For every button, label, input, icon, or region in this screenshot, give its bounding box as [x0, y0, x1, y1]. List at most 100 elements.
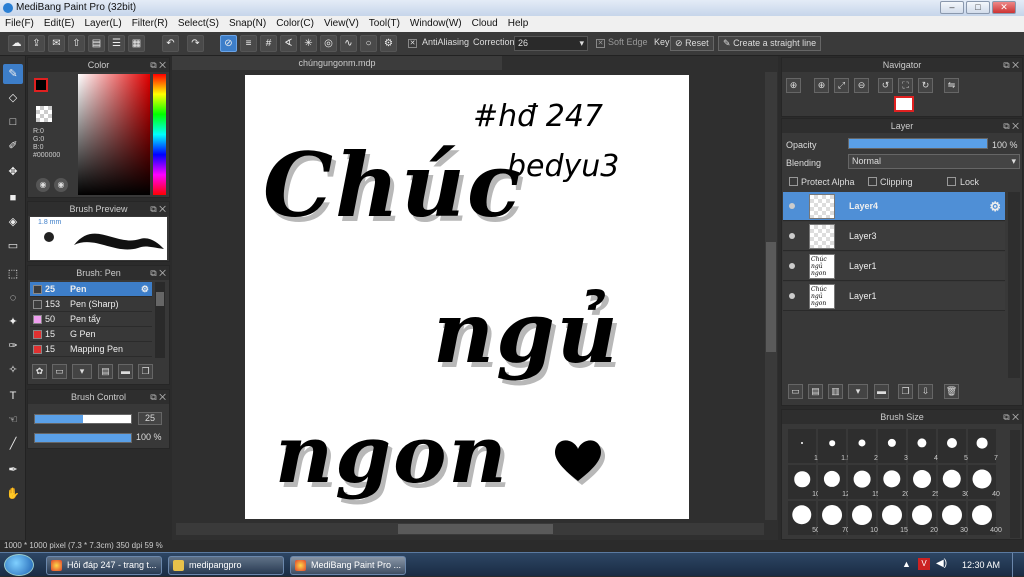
brush-menu-icon[interactable]: ▾ — [72, 364, 92, 379]
volume-icon[interactable]: ◀) — [936, 558, 947, 569]
undo-icon[interactable]: ↶ — [162, 35, 179, 52]
taskbar-item-browser[interactable]: Hỏi đáp 247 - trang t... — [46, 556, 162, 575]
fit-screen-icon[interactable]: ⛶ — [898, 78, 913, 93]
move-tool-icon[interactable]: ✥ — [3, 162, 23, 182]
hand-tool-icon[interactable]: ✋ — [3, 484, 23, 504]
layer-opacity-slider[interactable] — [848, 138, 988, 149]
menu-cloud[interactable]: Cloud — [467, 16, 503, 32]
layer-item-layer3[interactable]: Layer3 — [783, 222, 1005, 251]
brush-size-slider[interactable] — [34, 414, 132, 424]
new-layer-icon[interactable]: ▭ — [788, 384, 803, 399]
divide-tool-icon[interactable]: ╱ — [3, 434, 23, 454]
protect-alpha-checkbox[interactable] — [789, 177, 798, 186]
brush-item-pen-eraser[interactable]: 50 Pen tẩy — [30, 312, 152, 327]
brush-size-option[interactable]: 4 — [908, 429, 938, 463]
share-icon[interactable]: ⇪ — [28, 35, 45, 52]
visibility-icon[interactable] — [789, 233, 795, 239]
circle-snap-icon[interactable]: ○ — [360, 35, 377, 52]
foreground-color-swatch[interactable] — [34, 78, 48, 92]
brush-size-scrollbar[interactable] — [1010, 430, 1020, 538]
reset-button[interactable]: ⊘ Reset — [670, 36, 714, 51]
brush-size-option[interactable]: 70 — [818, 501, 850, 535]
cross-snap-icon[interactable]: # — [260, 35, 277, 52]
brush-add-icon[interactable]: ✿ — [32, 364, 47, 379]
scrollbar-thumb[interactable] — [156, 292, 164, 306]
vertical-scrollbar-thumb[interactable] — [766, 242, 776, 352]
fill-rect-tool-icon[interactable]: ■ — [3, 188, 23, 208]
select-tool-icon[interactable]: ⬚ — [3, 264, 23, 284]
select-eraser-tool-icon[interactable]: ✧ — [3, 360, 23, 380]
brush-size-option[interactable]: 40 — [968, 465, 1000, 499]
text-tool-icon[interactable]: T — [3, 386, 23, 406]
rotate-left-icon[interactable]: ↺ — [878, 78, 893, 93]
menu-filter[interactable]: Filter(R) — [127, 16, 173, 32]
layer-item-layer4[interactable]: Layer4 ⚙ — [783, 192, 1005, 221]
brush-size-option[interactable]: 20 — [878, 465, 910, 499]
folder-icon[interactable]: ▬ — [118, 364, 133, 379]
antivirus-icon[interactable]: V — [918, 558, 930, 570]
bucket-tool-icon[interactable]: ◈ — [3, 212, 23, 232]
brush-item-pen-sharp[interactable]: 153 Pen (Sharp) — [30, 297, 152, 312]
panel-controls-icon[interactable]: ⧉ ✕ — [1003, 410, 1019, 424]
operation-tool-icon[interactable]: ☜ — [3, 410, 23, 430]
hue-slider[interactable] — [153, 74, 166, 195]
rotate-right-icon[interactable]: ↻ — [918, 78, 933, 93]
layer-item-layer1[interactable]: Chúc ngủ ngon Layer1 — [783, 252, 1005, 281]
clipping-checkbox[interactable] — [868, 177, 877, 186]
gradient-tool-icon[interactable]: ▭ — [3, 236, 23, 256]
soft-edge-checkbox[interactable]: ✕ — [596, 39, 605, 48]
menu-color[interactable]: Color(C) — [271, 16, 319, 32]
visibility-icon[interactable] — [789, 263, 795, 269]
duplicate-icon[interactable]: ❐ — [138, 364, 153, 379]
transparent-color-swatch[interactable] — [36, 106, 52, 122]
menu-file[interactable]: File(F) — [0, 16, 39, 32]
select-pen-tool-icon[interactable]: ✑ — [3, 336, 23, 356]
upload-icon[interactable]: ⇧ — [68, 35, 85, 52]
panel-controls-icon[interactable]: ⧉ ✕ — [1003, 119, 1019, 133]
new-halftone-layer-icon[interactable]: ▤ — [808, 384, 823, 399]
brush-size-option[interactable]: 150 — [878, 501, 912, 535]
concentric-snap-icon[interactable]: ◎ — [320, 35, 337, 52]
brush-size-option[interactable]: 25 — [908, 465, 940, 499]
snap-off-icon[interactable]: ⊘ — [220, 35, 237, 52]
zoom-out-icon[interactable]: ⊖ — [854, 78, 869, 93]
eyedropper-tool-icon[interactable]: ✒ — [3, 460, 23, 480]
menu-select[interactable]: Select(S) — [173, 16, 224, 32]
palette-icon[interactable]: ◉ — [36, 178, 50, 192]
brush-size-option[interactable]: 50 — [788, 501, 820, 535]
lasso-tool-icon[interactable]: ◌ — [3, 288, 23, 308]
folder-icon[interactable]: ▬ — [874, 384, 889, 399]
straight-line-button[interactable]: ✎ Create a straight line — [718, 36, 822, 51]
zoom-in-icon[interactable]: ⊕ — [786, 78, 801, 93]
horizontal-scrollbar[interactable] — [176, 523, 764, 535]
zoom-in-alt-icon[interactable]: ⊕ — [814, 78, 829, 93]
pen-tool-icon[interactable]: ✐ — [3, 136, 23, 156]
panel-controls-icon[interactable]: ⧉ ✕ — [1003, 58, 1019, 72]
tray-arrow-icon[interactable]: ▲ — [902, 559, 911, 569]
document-tab[interactable]: chúngungonm.mdp — [172, 56, 502, 70]
brush-item-pen[interactable]: 25 Pen ⚙ — [30, 282, 152, 297]
brush-item-g-pen[interactable]: 15 G Pen — [30, 327, 152, 342]
fit-window-icon[interactable]: ⤢ — [834, 78, 849, 93]
grid-icon[interactable]: ▦ — [128, 35, 145, 52]
antialiasing-checkbox[interactable]: ✕ — [408, 39, 417, 48]
delete-layer-icon[interactable]: 🗑 — [944, 384, 959, 399]
settings-icon[interactable]: ⚙ — [380, 35, 397, 52]
document-icon[interactable]: ▤ — [88, 35, 105, 52]
blending-select[interactable]: Normal ▾ — [848, 154, 1020, 169]
eraser-tool-icon[interactable]: ◇ — [3, 88, 23, 108]
brush-size-option[interactable]: 2 — [848, 429, 878, 463]
menu-edit[interactable]: Edit(E) — [39, 16, 80, 32]
brush-list-scrollbar[interactable] — [155, 282, 165, 358]
lock-checkbox[interactable] — [947, 177, 956, 186]
brush-size-option[interactable]: 5 — [938, 429, 968, 463]
close-button[interactable]: ✕ — [992, 1, 1016, 14]
brush-tool-icon[interactable]: ✎ — [3, 64, 23, 84]
brush-size-option[interactable]: 12 — [818, 465, 850, 499]
menu-window[interactable]: Window(W) — [405, 16, 467, 32]
new-8bit-layer-icon[interactable]: ▥ — [828, 384, 843, 399]
horizontal-scrollbar-thumb[interactable] — [398, 524, 553, 534]
brush-size-option[interactable]: 1.5 — [818, 429, 851, 463]
brush-size-option[interactable]: 400 — [968, 501, 1002, 535]
panel-controls-icon[interactable]: ⧉ ✕ — [150, 390, 166, 404]
